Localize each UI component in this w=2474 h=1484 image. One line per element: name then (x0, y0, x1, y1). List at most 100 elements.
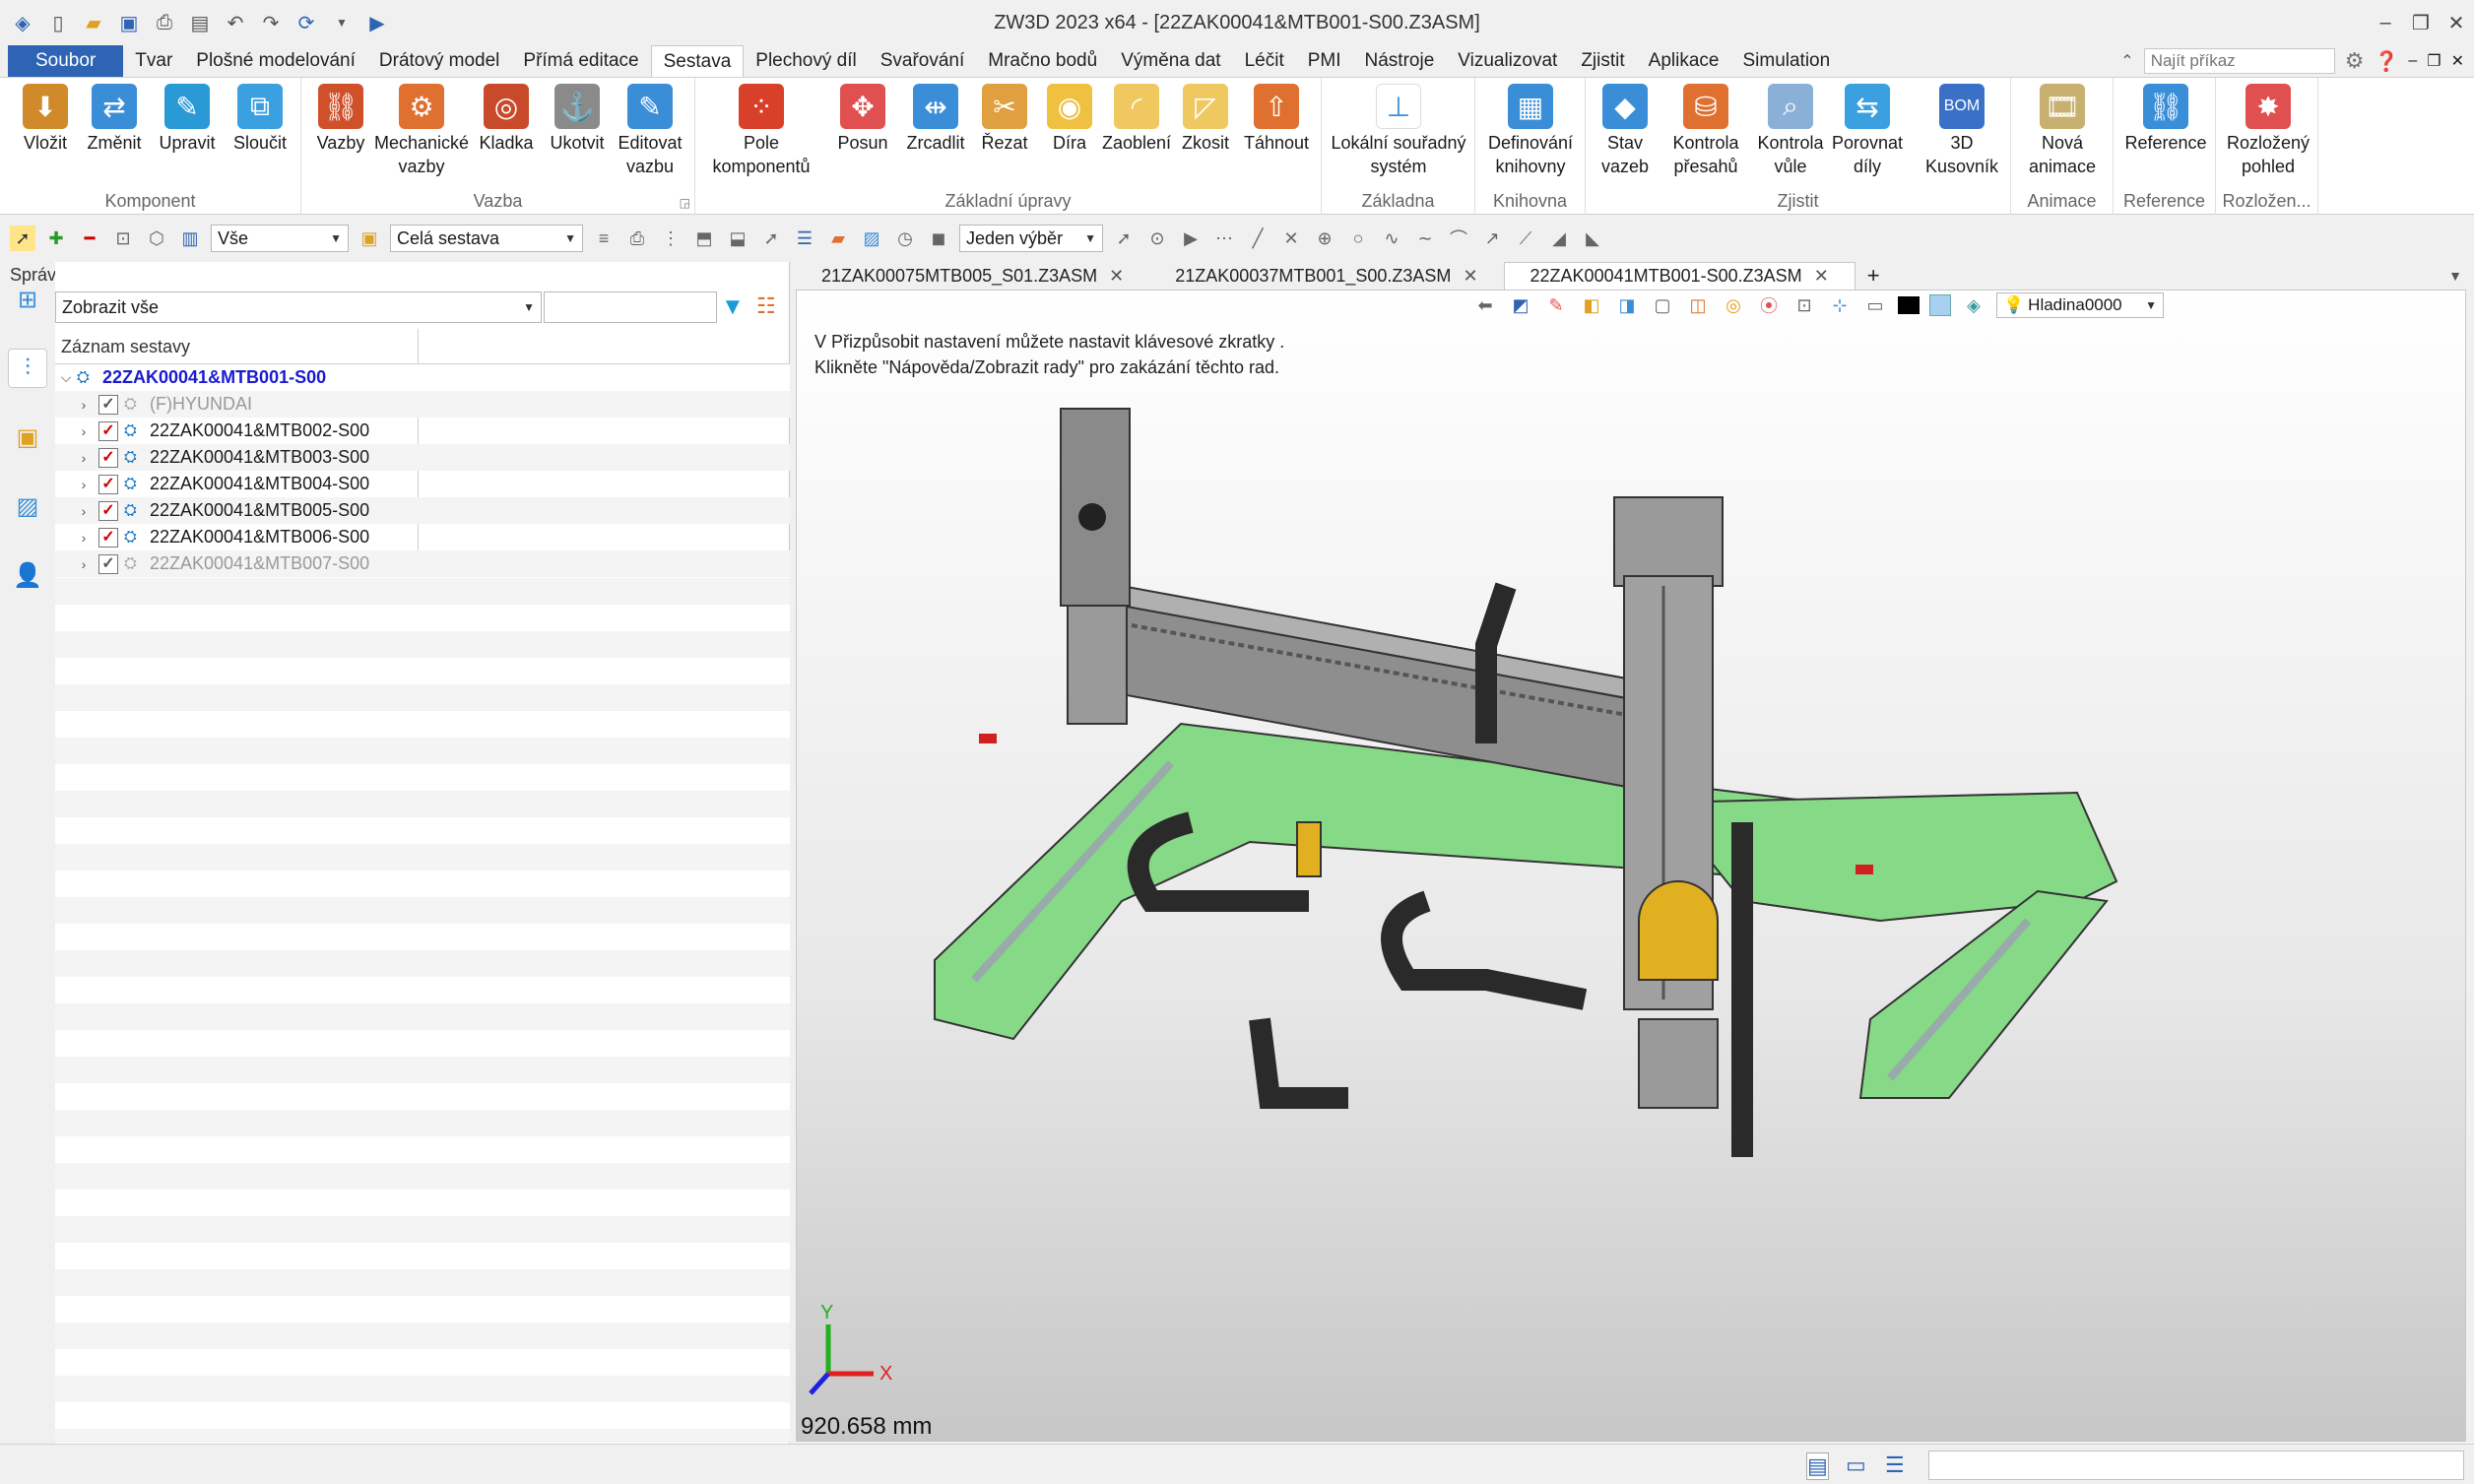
reference-button[interactable]: ⛓ Reference (2123, 84, 2208, 155)
display-filter-dropdown[interactable]: Zobrazit vše ▼ (55, 291, 542, 323)
doc-tab[interactable]: 21ZAK00037MTB001_S00.Z3ASM ✕ (1149, 262, 1504, 290)
snap-m-icon[interactable]: ⟋ (1513, 226, 1538, 251)
chevron-right-icon[interactable]: › (73, 530, 95, 546)
new-file-icon[interactable]: ▯ (45, 10, 71, 35)
chevron-right-icon[interactable]: › (73, 423, 95, 439)
pulley-button[interactable]: ◎ Kladka (467, 84, 546, 155)
tab-point-cloud[interactable]: Mračno bodů (976, 45, 1109, 77)
tab-apps[interactable]: Aplikace (1637, 45, 1731, 77)
cursor-icon[interactable]: ➚ (758, 226, 784, 251)
tree-item[interactable]: › ✓ ⛭ 22ZAK00041&MTB007-S00 (55, 550, 790, 577)
visibility-checkbox[interactable]: ✓ (98, 420, 118, 441)
snap-n-icon[interactable]: ◢ (1546, 226, 1572, 251)
tree-item[interactable]: › ✓ ⛭ 22ZAK00041&MTB005-S00 (55, 497, 790, 524)
constraint-status-button[interactable]: ◆ Stav vazeb (1586, 84, 1664, 178)
snap-j-icon[interactable]: ∼ (1412, 226, 1438, 251)
snap-c-icon[interactable]: ▶ (1178, 226, 1204, 251)
ribbon-restore-icon[interactable]: ❐ (2427, 51, 2441, 71)
tool-e-icon[interactable]: ⬓ (725, 226, 750, 251)
visibility-checkbox[interactable]: ✓ (98, 553, 118, 574)
list-settings-icon[interactable]: ☷ (756, 293, 776, 319)
new-animation-button[interactable]: 🎞 Nová animace (2023, 84, 2102, 178)
edit-constraint-button[interactable]: ✎ Editovat vazbu (611, 84, 689, 178)
tree-item[interactable]: › ✓ ⛭ 22ZAK00041&MTB003-S00 (55, 444, 790, 471)
define-library-button[interactable]: ▦ Definování knihovny (1479, 84, 1582, 178)
interference-check-button[interactable]: ⛁ Kontrola přesahů (1666, 84, 1745, 178)
mechanical-constraints-button[interactable]: ⚙ Mechanické vazby (372, 84, 471, 178)
clearance-check-button[interactable]: ⌕ Kontrola vůle (1751, 84, 1830, 178)
restore-icon[interactable]: ❐ (2403, 0, 2439, 45)
ribbon-minimize-icon[interactable]: – (2408, 52, 2417, 70)
play-icon[interactable]: ▶ (364, 10, 390, 35)
tab-tools[interactable]: Nástroje (1353, 45, 1447, 77)
exploded-view-button[interactable]: ✸ Rozložený pohled (2224, 84, 2312, 178)
visibility-checkbox[interactable]: ✓ (98, 500, 118, 521)
chamfer-button[interactable]: ◸ Zkosit (1166, 84, 1245, 155)
snap-l-icon[interactable]: ↗ (1479, 226, 1505, 251)
filter-icon[interactable]: ▼ (721, 293, 745, 321)
bom-3d-button[interactable]: BOM 3D Kusovník (1917, 84, 2007, 178)
tab-direct-edit[interactable]: Přímá editace (511, 45, 650, 77)
snap-o-icon[interactable]: ◣ (1580, 226, 1605, 251)
visual-manager-icon[interactable]: ▨ (8, 486, 47, 526)
doc-tab[interactable]: 21ZAK00075MTB005_S01.Z3ASM ✕ (796, 262, 1150, 290)
tab-heal[interactable]: Léčit (1233, 45, 1296, 77)
status-tool-icon[interactable]: ▤ (1806, 1452, 1829, 1480)
save-icon[interactable]: ▣ (116, 10, 142, 35)
tree-item[interactable]: › ✓ ⛭ (F)HYUNDAI (55, 391, 790, 418)
constraints-button[interactable]: ⛓ Vazby (301, 84, 380, 155)
selection-mode-dropdown[interactable]: Jeden výběr ▼ (959, 225, 1103, 252)
new-tab-button[interactable]: + (1856, 262, 1892, 290)
filter-chart-icon[interactable]: ▥ (177, 226, 203, 251)
snap-d-icon[interactable]: ⋯ (1211, 226, 1237, 251)
close-tab-icon[interactable]: ✕ (1814, 266, 1829, 287)
assembly-model[interactable]: Y X (797, 290, 2466, 1442)
settings-gear-icon[interactable]: ⚙ (2345, 48, 2365, 74)
pick-arrow-icon[interactable]: ➚ (10, 226, 35, 251)
pull-button[interactable]: ⇧ Táhnout (1237, 84, 1316, 155)
local-csys-button[interactable]: ⊥ Lokální souřadný systém (1328, 84, 1469, 178)
tool-b-icon[interactable]: ⎙ (624, 226, 650, 251)
visibility-checkbox[interactable]: ✓ (98, 447, 118, 468)
open-folder-icon[interactable]: ▰ (81, 10, 106, 35)
list-view-icon[interactable]: ☰ (1885, 1452, 1905, 1478)
stop-icon[interactable]: ◼ (926, 226, 951, 251)
chevron-down-icon[interactable]: ⌵ (55, 369, 77, 386)
chevron-down-icon[interactable]: ▼ (329, 10, 355, 35)
ribbon-close-icon[interactable]: ✕ (2451, 51, 2464, 71)
close-tab-icon[interactable]: ✕ (1463, 266, 1477, 287)
box-select-icon[interactable]: ⊡ (110, 226, 136, 251)
snap-i-icon[interactable]: ∿ (1379, 226, 1404, 251)
tab-data-exchange[interactable]: Výměna dat (1109, 45, 1232, 77)
fillet-button[interactable]: ◜ Zaoblení (1097, 84, 1176, 155)
user-icon[interactable]: 👤 (8, 555, 47, 595)
group-launcher-icon[interactable]: ◲ (680, 196, 690, 210)
tab-visualize[interactable]: Vizualizovat (1446, 45, 1569, 77)
assembly-manager-icon[interactable]: ⫶ (8, 349, 47, 388)
add-icon[interactable]: ✚ (43, 226, 69, 251)
command-search-input[interactable] (2143, 48, 2335, 74)
component-array-button[interactable]: ⁘ Pole komponentů (707, 84, 815, 178)
tab-welding[interactable]: Svařování (869, 45, 977, 77)
compare-parts-button[interactable]: ⇆ Porovnat díly (1828, 84, 1907, 178)
visibility-checkbox[interactable]: ✓ (98, 394, 118, 415)
close-tab-icon[interactable]: ✕ (1109, 266, 1124, 287)
anchor-button[interactable]: ⚓ Ukotvit (538, 84, 617, 155)
tab-wireframe[interactable]: Drátový model (367, 45, 512, 77)
visibility-checkbox[interactable]: ✓ (98, 527, 118, 548)
list-icon[interactable]: ☰ (792, 226, 817, 251)
visibility-checkbox[interactable]: ✓ (98, 474, 118, 494)
part-library-icon[interactable]: ▣ (8, 418, 47, 457)
tab-file[interactable]: Soubor (8, 45, 124, 77)
tab-surface-modeling[interactable]: Plošné modelování (184, 45, 367, 77)
tree-search-input[interactable] (544, 291, 717, 323)
edit-button[interactable]: ✎ Upravit (148, 84, 227, 155)
print-icon[interactable]: ⎙ (152, 10, 177, 35)
tab-sheet-metal[interactable]: Plechový díl (744, 45, 868, 77)
tree-root[interactable]: ⌵ ⛭ 22ZAK00041&MTB001-S00 (55, 364, 790, 391)
insert-button[interactable]: ⬇ Vložit (6, 84, 85, 155)
tool-a-icon[interactable]: ≡ (591, 226, 617, 251)
tool-d-icon[interactable]: ⬒ (691, 226, 717, 251)
tab-pmi[interactable]: PMI (1296, 45, 1353, 77)
help-icon[interactable]: ❓ (2374, 49, 2398, 74)
